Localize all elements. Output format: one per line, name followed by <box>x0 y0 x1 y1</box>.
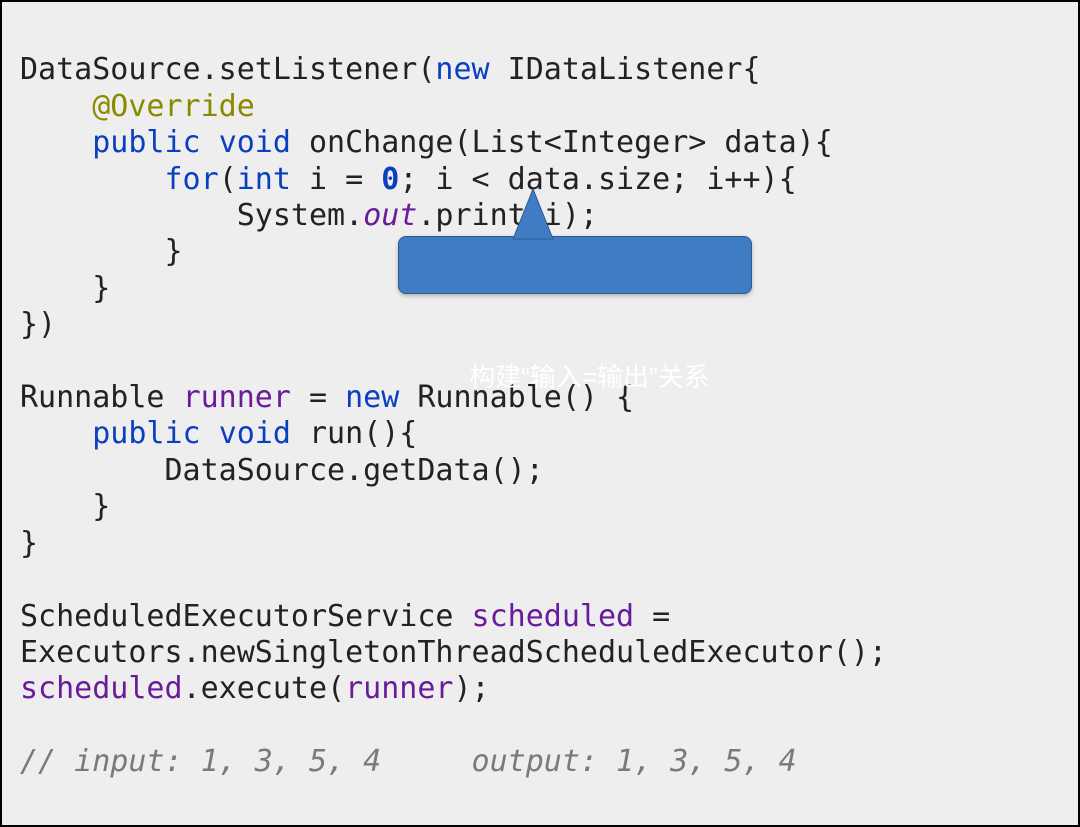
code-line-11: DataSource.getData(); <box>20 453 544 488</box>
code-line-16: scheduled.execute(runner); <box>20 671 490 706</box>
code-line-17-comment: // input: 1, 3, 5, 4 output: 1, 3, 5, 4 <box>20 744 797 779</box>
code-line-3: public void onChange(List<Integer> data)… <box>20 125 833 160</box>
code-line-13: } <box>20 526 38 561</box>
code-panel: DataSource.setListener(new IDataListener… <box>0 0 1080 827</box>
code-line-12: } <box>20 489 110 524</box>
code-line-2: @Override <box>20 89 255 124</box>
code-line-15: Executors.newSingletonThreadScheduledExe… <box>20 635 887 670</box>
code-line-8: }) <box>20 307 56 342</box>
callout-pointer-icon <box>513 189 553 239</box>
code-line-7: } <box>20 271 110 306</box>
code-line-10: public void run(){ <box>20 416 417 451</box>
annotation-callout: 构建“输入=输出”关系 <box>398 236 752 294</box>
code-line-5: System.out.print(i); <box>20 198 598 233</box>
code-line-4: for(int i = 0; i < data.size; i++){ <box>20 162 797 197</box>
code-line-1: DataSource.setListener(new IDataListener… <box>20 52 761 87</box>
annotation-callout-text: 构建“输入=输出”关系 <box>469 362 710 392</box>
code-line-6: } <box>20 234 183 269</box>
code-line-14: ScheduledExecutorService scheduled = <box>20 599 670 634</box>
